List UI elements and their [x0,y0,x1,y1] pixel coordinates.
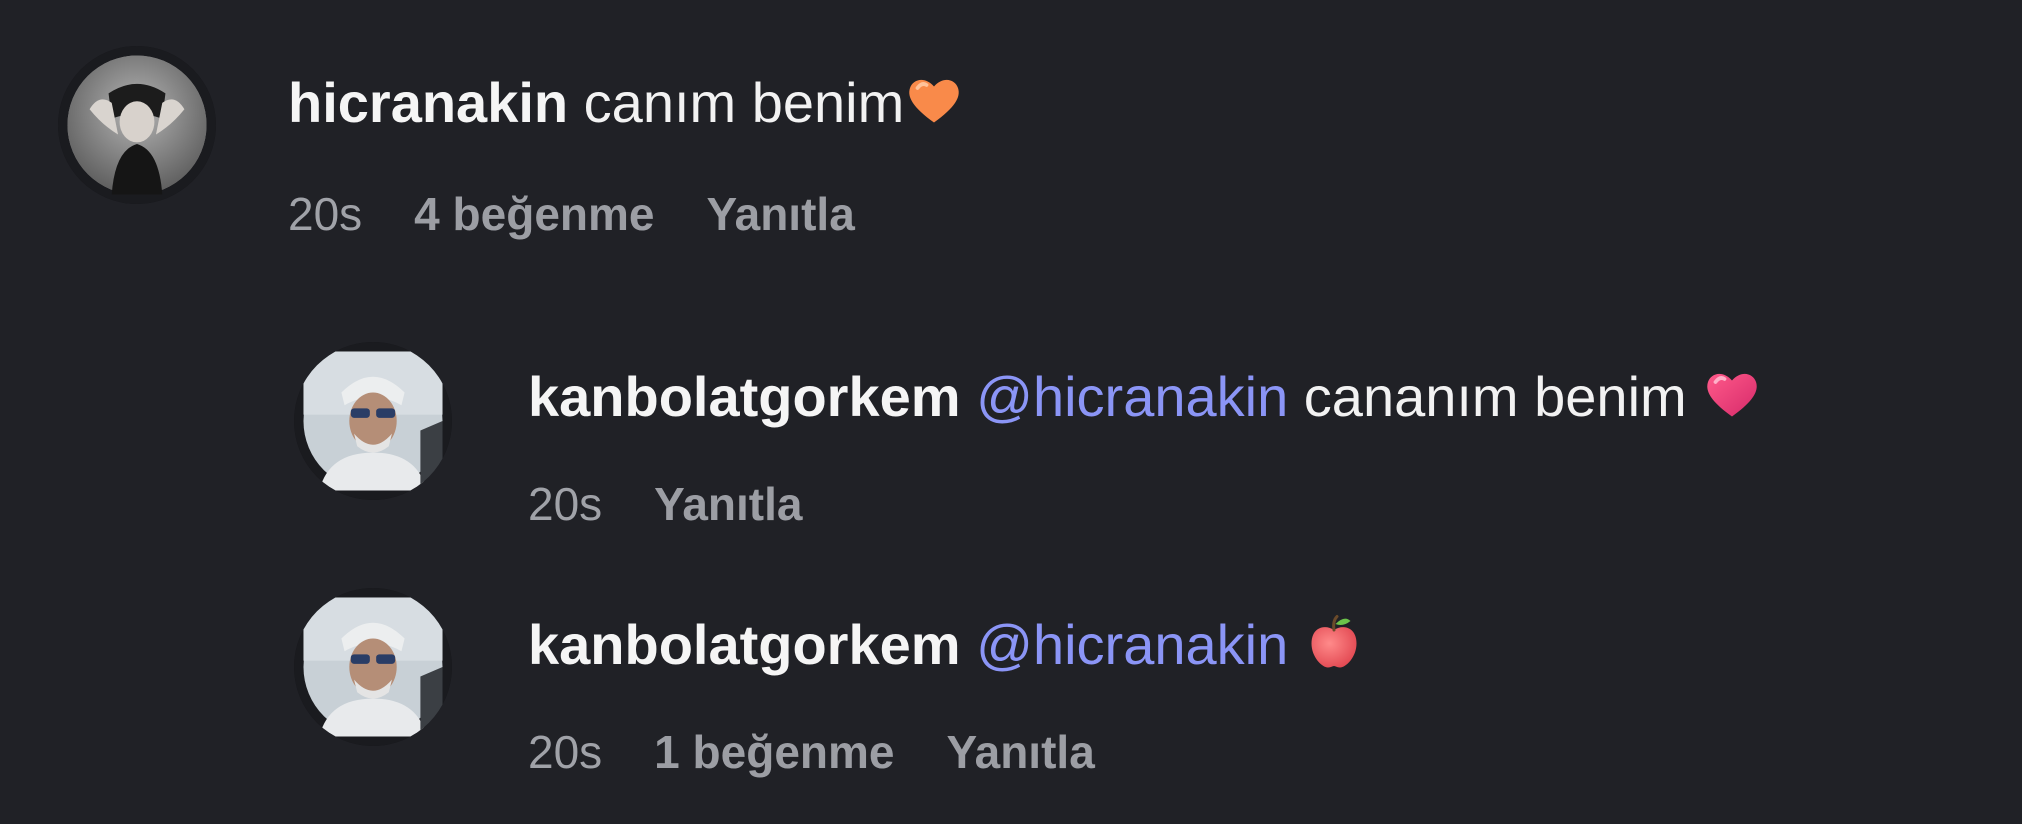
comment-text: cananım benim [1303,365,1687,428]
avatar-photo-hicranakin [58,46,216,204]
timestamp: 20s [528,726,603,778]
avatar-photo-kanbolatgorkem [294,588,452,746]
mention-link[interactable]: @hicranakin [976,365,1288,428]
comment-meta: 20s 4 beğenme Yanıtla [288,188,907,240]
avatar[interactable] [294,588,452,746]
comment-text-line: kanbolatgorkem @hicranakin cananım benim [528,364,1762,427]
avatar[interactable] [294,342,452,500]
comments-panel: hicranakin canım benim 20s 4 beğenme Yanıt… [0,0,2022,824]
reply-button[interactable]: Yanıtla [706,188,854,240]
orange-heart-icon [904,70,964,130]
apple-icon [1304,612,1364,672]
comment-meta: 20s 1 beğenme Yanıtla [528,726,1147,778]
avatar-photo-kanbolatgorkem [294,342,452,500]
username[interactable]: hicranakin [288,71,568,134]
timestamp: 20s [528,478,603,530]
reply-button[interactable]: Yanıtla [946,726,1094,778]
likes-count[interactable]: 4 beğenme [414,188,654,240]
timestamp: 20s [288,188,363,240]
comment-text-line: hicranakin canım benim [288,70,964,133]
comment-meta: 20s Yanıtla [528,478,854,530]
pink-heart-icon [1702,364,1762,424]
likes-count[interactable]: 1 beğenme [654,726,894,778]
comment-text: canım benim [583,71,905,134]
comment-text-line: kanbolatgorkem @hicranakin [528,612,1364,675]
username[interactable]: kanbolatgorkem [528,613,961,676]
username[interactable]: kanbolatgorkem [528,365,961,428]
avatar[interactable] [58,46,216,204]
reply-button[interactable]: Yanıtla [654,478,802,530]
mention-link[interactable]: @hicranakin [976,613,1288,676]
